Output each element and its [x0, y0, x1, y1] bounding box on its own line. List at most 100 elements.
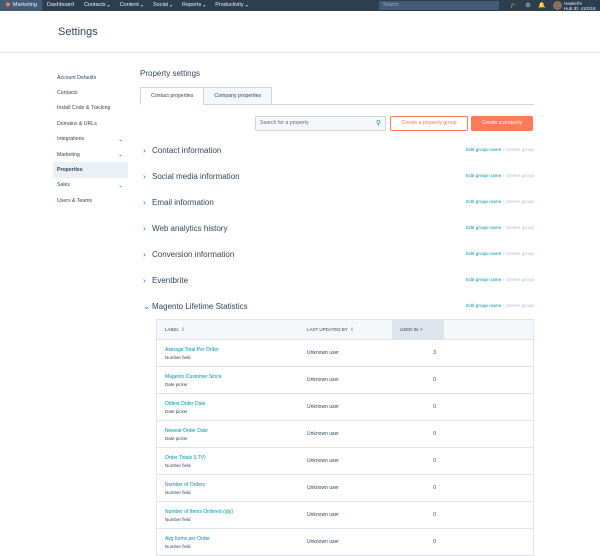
last-updated-cell: Unknown user: [307, 458, 339, 464]
chevron-right-icon[interactable]: ›: [140, 172, 152, 181]
delete-group-link[interactable]: Delete group: [507, 278, 534, 283]
property-group-row[interactable]: › Eventbrite Edit group name | Delete group: [140, 267, 534, 293]
group-name[interactable]: Contact information: [152, 146, 221, 155]
delete-group-link[interactable]: Delete group: [507, 304, 534, 309]
property-label-link[interactable]: Newest Order Date: [165, 428, 307, 434]
last-updated-cell: Unknown user: [307, 539, 339, 545]
nav-item-social[interactable]: Social ▾: [148, 0, 177, 11]
chevron-right-icon[interactable]: ›: [140, 276, 152, 285]
group-actions: Edit group name | Delete group: [466, 148, 534, 153]
separator: |: [503, 251, 505, 257]
nav-item-reports[interactable]: Reports ▾: [177, 0, 210, 11]
group-name[interactable]: Email information: [152, 198, 214, 207]
delete-group-link[interactable]: Delete group: [507, 252, 534, 257]
property-label-link[interactable]: Oldest Order Date: [165, 401, 307, 407]
column-header-used-in[interactable]: Used in ▾: [392, 320, 444, 339]
chevron-down-icon: ⌄: [117, 182, 123, 189]
used-in-cell: 3: [433, 350, 436, 356]
property-group-row[interactable]: › Conversion information Edit group name | D…: [140, 241, 534, 267]
brand-menu[interactable]: ✹ Marketing: [0, 0, 43, 11]
property-groups: › Contact information Edit group name | Dele…: [140, 137, 534, 556]
tab-contact-properties[interactable]: Contact properties: [140, 87, 205, 105]
avatar[interactable]: [553, 1, 562, 10]
delete-group-link[interactable]: Delete group: [507, 200, 534, 205]
chevron-right-icon[interactable]: ›: [140, 198, 152, 207]
sidebar-item-domains[interactable]: Domains & URLs: [53, 116, 128, 131]
property-label-link[interactable]: Average Total Per Order: [165, 347, 307, 353]
edit-group-name-link[interactable]: Edit group name: [466, 148, 501, 153]
delete-group-link[interactable]: Delete group: [507, 148, 534, 153]
used-in-cell: 0: [433, 539, 436, 545]
column-header-last-updated[interactable]: Last updated by ⇕: [307, 320, 392, 339]
last-updated-cell: Unknown user: [307, 512, 339, 518]
property-cell: Magento Customer Since Date picker: [157, 367, 307, 393]
property-label-link[interactable]: Number of Items Ordered (qty): [165, 509, 307, 515]
table-row: Number of Orders Number field Unknown user…: [157, 474, 533, 501]
sidebar-item-sales[interactable]: Sales ⌄: [53, 178, 128, 193]
chevron-down-icon[interactable]: ⌄: [140, 302, 152, 311]
sidebar-item-contacts[interactable]: Contacts: [53, 85, 128, 100]
property-label-link[interactable]: Number of Orders: [165, 482, 307, 488]
edit-group-name-link[interactable]: Edit group name: [466, 226, 501, 231]
group-name[interactable]: Magento Lifetime Statistics: [152, 302, 248, 311]
sidebar-item-install-code[interactable]: Install Code & Tracking: [53, 101, 128, 116]
nav-item-content[interactable]: Content ▾: [115, 0, 148, 11]
column-header-label[interactable]: Label ⇕: [157, 320, 307, 339]
sidebar-item-label: Marketing: [57, 151, 80, 158]
sidebar-item-label: Users & Teams: [57, 197, 93, 204]
used-in-cell: 0: [433, 404, 436, 410]
sidebar-item-integrations[interactable]: Integrations ⌄: [53, 132, 128, 147]
sidebar-item-label: Integrations: [57, 136, 85, 143]
property-group-row[interactable]: › Social media information Edit group name…: [140, 163, 534, 189]
chevron-right-icon[interactable]: ›: [140, 146, 152, 155]
edit-group-name-link[interactable]: Edit group name: [466, 174, 501, 179]
create-property-group-button[interactable]: Create a property group: [390, 116, 468, 131]
chevron-right-icon[interactable]: ›: [140, 224, 152, 233]
property-tabs: Contact properties Company properties: [140, 87, 534, 105]
property-label-link[interactable]: Magento Customer Since: [165, 374, 307, 380]
global-search-input[interactable]: Search: [379, 1, 499, 10]
group-name[interactable]: Web analytics history: [152, 224, 227, 233]
group-name[interactable]: Social media information: [152, 172, 240, 181]
separator: |: [503, 173, 505, 179]
edit-group-name-link[interactable]: Edit group name: [466, 252, 501, 257]
settings-gear-icon[interactable]: ⚙: [521, 2, 535, 9]
edit-group-name-link[interactable]: Edit group name: [466, 304, 501, 309]
create-property-button[interactable]: Create a property: [471, 116, 533, 131]
table-row: Oldest Order Date Date picker Unknown user…: [157, 393, 533, 420]
nav-label: Contacts: [83, 2, 106, 8]
property-cell: Order Totals (LTV) Number field: [157, 448, 307, 474]
group-name[interactable]: Conversion information: [152, 250, 234, 259]
chevron-right-icon[interactable]: ›: [140, 250, 152, 259]
separator: |: [503, 303, 505, 309]
hubspot-logo-icon: ✹: [5, 2, 11, 9]
edit-group-name-link[interactable]: Edit group name: [466, 278, 501, 283]
property-type: Number field: [165, 462, 191, 468]
group-actions: Edit group name | Delete group: [466, 200, 534, 205]
academy-icon[interactable]: 🎓: [507, 2, 521, 9]
sidebar-item-properties[interactable]: Properties: [53, 162, 128, 178]
tab-company-properties[interactable]: Company properties: [203, 87, 273, 105]
account-menu[interactable]: Haskell's Hub ID: 410318: [564, 1, 600, 11]
property-group-row[interactable]: › Email information Edit group name | Delete…: [140, 189, 534, 215]
sidebar-item-marketing[interactable]: Marketing ⌄: [53, 147, 128, 162]
property-label-link[interactable]: Avg Items per Order: [165, 536, 307, 542]
group-name[interactable]: Eventbrite: [152, 276, 188, 285]
nav-item-productivity[interactable]: Productivity ▾: [210, 0, 252, 11]
delete-group-link[interactable]: Delete group: [507, 226, 534, 231]
property-label-link[interactable]: Order Totals (LTV): [165, 455, 307, 461]
sidebar-item-users-teams[interactable]: Users & Teams: [53, 193, 128, 208]
property-group-row[interactable]: › Contact information Edit group name | Dele…: [140, 137, 534, 163]
nav-item-dashboard[interactable]: Dashboard: [42, 0, 79, 11]
edit-group-name-link[interactable]: Edit group name: [466, 200, 501, 205]
nav-item-contacts[interactable]: Contacts ▾: [79, 0, 115, 11]
property-group-row[interactable]: ⌄ Magento Lifetime Statistics Edit group n…: [140, 293, 534, 319]
property-search-input[interactable]: Search for a property ⚲: [255, 116, 386, 131]
nav-label: Productivity: [215, 2, 244, 8]
property-type: Date picker: [165, 408, 188, 414]
chevron-down-icon: ▾: [107, 3, 110, 8]
property-group-row[interactable]: › Web analytics history Edit group name | De…: [140, 215, 534, 241]
sidebar-item-account-defaults[interactable]: Account Defaults: [53, 70, 128, 85]
delete-group-link[interactable]: Delete group: [507, 174, 534, 179]
notifications-bell-icon[interactable]: 🔔: [535, 2, 549, 9]
